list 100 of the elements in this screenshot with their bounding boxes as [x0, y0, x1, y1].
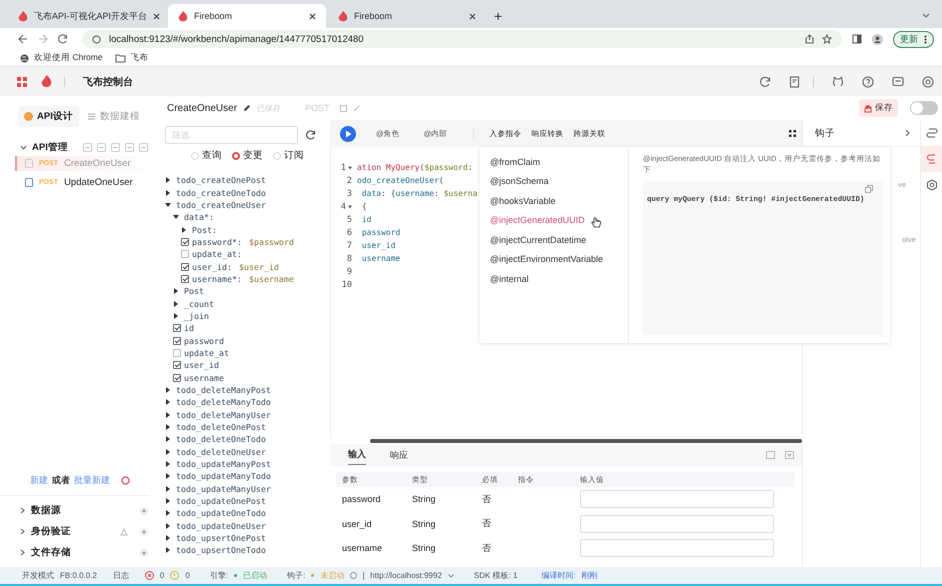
- tree-node[interactable]: todo_createOneUser: [176, 200, 266, 210]
- checkbox[interactable]: [181, 274, 189, 283]
- radio-button[interactable]: [232, 152, 240, 160]
- checkbox[interactable]: [173, 324, 181, 332]
- chevron-down-icon[interactable]: [448, 574, 454, 578]
- message-icon[interactable]: [892, 76, 904, 88]
- field-name[interactable]: update_at:: [192, 249, 242, 260]
- field-name[interactable]: password*:: [192, 236, 242, 247]
- caret-right-icon[interactable]: [165, 473, 171, 480]
- field-name[interactable]: update_at: [184, 348, 229, 358]
- settings-icon[interactable]: [926, 179, 938, 191]
- caret-right-icon[interactable]: [165, 498, 171, 504]
- share-icon[interactable]: [805, 34, 814, 44]
- caret-right-icon[interactable]: [173, 288, 179, 294]
- star-icon[interactable]: [822, 34, 832, 44]
- chevron-right-icon[interactable]: [905, 129, 910, 137]
- tree-node[interactable]: todo_updateManyTodo: [176, 471, 271, 482]
- field-name[interactable]: username*:: [192, 274, 242, 284]
- save-button[interactable]: 保存: [859, 99, 898, 117]
- caret-right-icon[interactable]: [165, 424, 171, 430]
- tree-node[interactable]: todo_deleteOnePost: [176, 422, 266, 432]
- caret-right-icon[interactable]: [173, 312, 179, 319]
- tree-node[interactable]: todo_updateOneTodo: [176, 508, 266, 518]
- drag-handle-icon[interactable]: [789, 130, 796, 137]
- settings-icon[interactable]: [922, 76, 934, 88]
- tree-node[interactable]: todo_createOneTodo: [176, 188, 266, 198]
- section-title[interactable]: 数据源: [31, 504, 61, 517]
- field-name[interactable]: username: [184, 372, 224, 383]
- address-field[interactable]: localhost:9123/#/workbench/apimanage/1447770517012480: [82, 30, 842, 48]
- menu-item[interactable]: @jsonSchema: [480, 172, 628, 191]
- caret-down-icon[interactable]: [173, 214, 179, 220]
- fold-icon[interactable]: [348, 204, 352, 208]
- caret-right-icon[interactable]: [165, 412, 171, 418]
- sidebar-tab[interactable]: API设计: [18, 106, 79, 127]
- tree-node[interactable]: todo_deleteOneTodo: [176, 434, 266, 444]
- close-icon[interactable]: [469, 12, 476, 20]
- field-name[interactable]: user_id: [184, 360, 219, 370]
- value-field[interactable]: [580, 514, 774, 533]
- new-tab-button[interactable]: +: [488, 8, 508, 24]
- log-button[interactable]: 日志: [112, 570, 129, 581]
- tree-node[interactable]: _count: [184, 298, 214, 309]
- hook-icon[interactable]: [926, 153, 938, 165]
- tree-node[interactable]: _join: [184, 310, 209, 321]
- caret-right-icon[interactable]: [181, 226, 187, 233]
- field-name[interactable]: user_id:: [192, 262, 232, 272]
- caret-right-icon[interactable]: [165, 448, 171, 455]
- tree-node[interactable]: todo_deleteOneUser: [176, 446, 266, 457]
- route-icon[interactable]: [926, 127, 938, 139]
- menu-item[interactable]: @fromClaim: [480, 152, 628, 172]
- value-field[interactable]: [580, 490, 774, 508]
- chevron-right-icon[interactable]: [20, 549, 25, 556]
- reload-icon[interactable]: [58, 34, 68, 44]
- chevron-down-icon[interactable]: [20, 145, 27, 150]
- field-name[interactable]: password: [184, 336, 224, 346]
- tree-node[interactable]: data*:: [184, 212, 214, 222]
- tree-node[interactable]: todo_upsertOnePost: [176, 533, 266, 544]
- panel-tab[interactable]: 输入: [348, 445, 366, 465]
- close-icon[interactable]: [153, 12, 160, 20]
- caret-right-icon[interactable]: [165, 190, 171, 196]
- caret-right-icon[interactable]: [165, 535, 171, 542]
- checkbox[interactable]: [181, 250, 189, 258]
- run-icon[interactable]: [340, 126, 356, 142]
- section-title[interactable]: 身份验证: [31, 525, 71, 538]
- checkbox[interactable]: [173, 374, 181, 382]
- caret-right-icon[interactable]: [165, 510, 171, 516]
- tree-node[interactable]: Post: [184, 286, 204, 296]
- chevron-right-icon[interactable]: [20, 528, 25, 535]
- tree-node[interactable]: todo_updateManyUser: [176, 484, 271, 494]
- server-url[interactable]: http://localhost:9992: [370, 571, 442, 580]
- update-button[interactable]: 更新: [893, 30, 934, 48]
- apps-grid-icon[interactable]: [17, 76, 27, 86]
- checkbox[interactable]: [173, 336, 181, 345]
- tree-node[interactable]: todo_deleteManyUser: [176, 410, 271, 420]
- menu-item[interactable]: @injectEnvironmentVariable: [480, 250, 628, 269]
- caret-right-icon[interactable]: [165, 461, 171, 468]
- pencil-icon[interactable]: [243, 104, 252, 112]
- collapse-icon[interactable]: [785, 451, 794, 459]
- checkbox[interactable]: [173, 348, 181, 357]
- bookmark[interactable]: 欢迎使用 Chrome: [20, 52, 103, 64]
- menu-item[interactable]: @internal: [480, 269, 628, 288]
- checkbox[interactable]: [181, 238, 189, 246]
- field-name[interactable]: id: [184, 323, 194, 334]
- caret-right-icon[interactable]: [165, 436, 171, 442]
- sdk-template[interactable]: SDK 模板: 1: [474, 570, 518, 581]
- toggle-switch[interactable]: [910, 101, 938, 115]
- checkbox[interactable]: [173, 361, 181, 370]
- tree-node[interactable]: todo_upsertOneTodo: [176, 545, 266, 556]
- back-icon[interactable]: [18, 34, 28, 44]
- menu-item[interactable]: @injectGeneratedUUID: [480, 210, 628, 230]
- radio-option[interactable]: 变更: [232, 149, 263, 162]
- tree-node[interactable]: todo_updateOneUser: [176, 520, 266, 531]
- tree-node[interactable]: todo_deleteManyPost: [176, 385, 271, 396]
- caret-right-icon[interactable]: [165, 177, 171, 184]
- caret-right-icon[interactable]: [165, 547, 171, 554]
- checkbox[interactable]: [181, 262, 189, 271]
- side-panel-icon[interactable]: [852, 34, 862, 44]
- gear-icon[interactable]: [121, 476, 130, 485]
- close-icon[interactable]: [309, 12, 316, 20]
- panel-tab[interactable]: 响应: [390, 446, 408, 464]
- menu-item[interactable]: @injectCurrentDatetime: [480, 230, 628, 250]
